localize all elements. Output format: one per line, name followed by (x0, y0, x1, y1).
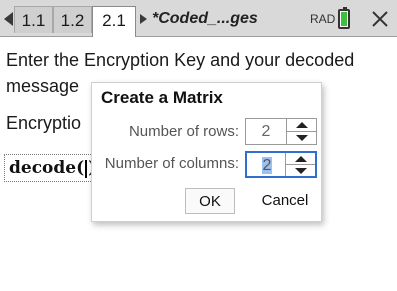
columns-decrement-button[interactable] (286, 165, 315, 177)
notes-text-line: Enter the Encryption Key and your decode… (6, 50, 355, 70)
tab-1-1[interactable]: 1.1 (14, 6, 53, 33)
notes-text-line: Encryptio (6, 113, 82, 133)
tab-2-1[interactable]: 2.1 (92, 6, 136, 37)
cancel-button[interactable]: Cancel (255, 188, 315, 214)
notes-text-line: message (6, 76, 80, 96)
columns-label: Number of columns: (104, 155, 239, 172)
math-function-name: decode (9, 158, 77, 178)
document-arrow-icon (140, 14, 147, 24)
triangle-down-icon (295, 167, 307, 174)
close-icon[interactable] (370, 9, 390, 29)
triangle-up-icon (295, 156, 307, 162)
ok-button[interactable]: OK (185, 188, 235, 214)
open-paren-icon: ( (76, 158, 85, 178)
columns-value-field[interactable]: 2 (247, 153, 287, 176)
math-box[interactable]: decode() (4, 154, 102, 182)
rows-decrement-button[interactable] (287, 132, 316, 145)
document-title: *Coded_...ges (152, 10, 258, 27)
battery-icon (338, 7, 350, 29)
columns-value[interactable]: 2 (261, 157, 273, 174)
angle-mode-indicator: RAD (310, 12, 336, 26)
tab-bar: 1.1 1.2 2.1 *Coded_...ges RAD (0, 0, 397, 37)
triangle-down-icon (296, 134, 308, 141)
create-matrix-dialog: Create a Matrix Number of rows: 2 Number… (91, 82, 322, 222)
rows-increment-button[interactable] (287, 119, 316, 132)
text-cursor (85, 159, 88, 178)
rows-stepper[interactable]: 2 (245, 118, 317, 145)
rows-value[interactable]: 2 (246, 119, 286, 144)
rows-label: Number of rows: (128, 123, 239, 140)
columns-increment-button[interactable] (286, 153, 315, 165)
dialog-title: Create a Matrix (101, 88, 223, 107)
columns-stepper[interactable]: 2 (245, 151, 317, 178)
tab-1-2[interactable]: 1.2 (53, 6, 92, 33)
previous-page-arrow-icon[interactable] (4, 12, 13, 26)
triangle-up-icon (296, 122, 308, 128)
